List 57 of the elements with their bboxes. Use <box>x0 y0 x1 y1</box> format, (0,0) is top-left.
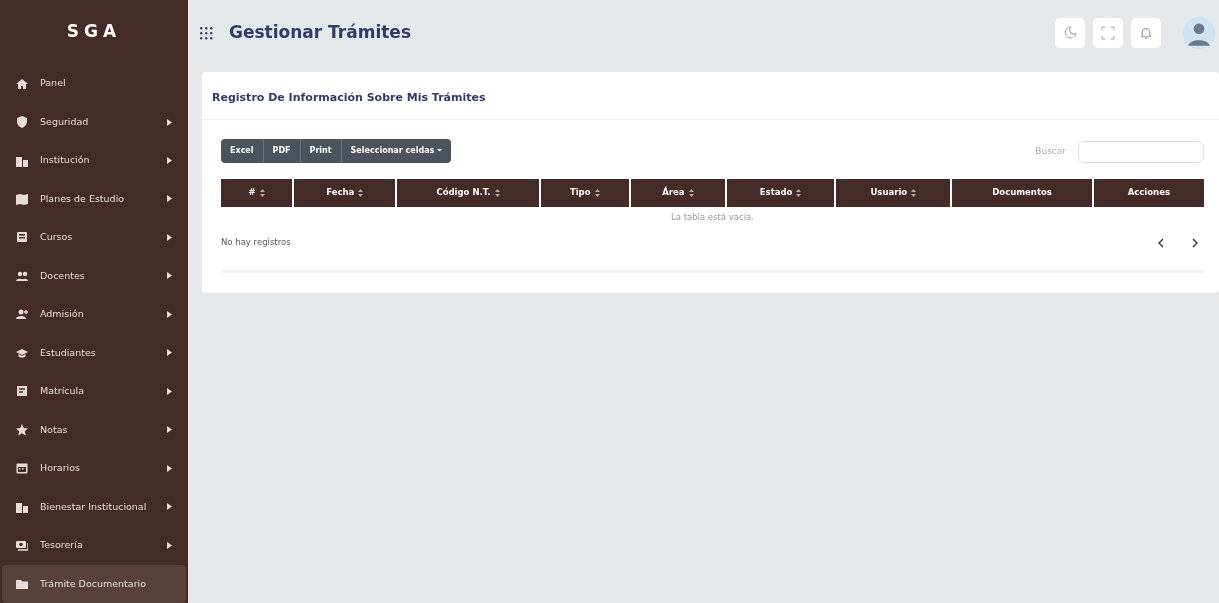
sidebar-item[interactable]: Notas <box>2 410 186 450</box>
column-header[interactable]: # <box>221 178 295 207</box>
sidebar-item[interactable]: Panel <box>2 64 186 103</box>
sidebar-item[interactable]: Cursos <box>2 218 186 257</box>
sidebar-item[interactable]: Tesorería <box>2 526 186 565</box>
sidebar-item[interactable]: Horarios <box>2 449 186 488</box>
sidebar-item[interactable]: Institución <box>2 141 186 180</box>
search-label: Buscar <box>1035 144 1066 158</box>
column-header[interactable]: Acciones <box>1093 178 1204 207</box>
building-icon <box>16 154 28 167</box>
theme-toggle-button[interactable] <box>1055 18 1085 48</box>
map-icon <box>16 193 28 205</box>
shield-icon <box>16 116 28 128</box>
sidebar-item[interactable]: Bienestar Institucional <box>2 487 186 527</box>
column-header[interactable]: Tipo <box>540 178 631 207</box>
export-button[interactable]: PDF <box>263 138 301 163</box>
sidebar-item[interactable]: Matrícula <box>2 372 186 411</box>
table-info-text: No hay registros <box>221 235 291 249</box>
page-title: Gestionar Trámites <box>229 21 411 45</box>
chevron-right-icon <box>1192 237 1198 248</box>
dropdown-button[interactable]: Seleccionar celdas <box>341 138 452 163</box>
apps-grid-icon[interactable] <box>200 26 213 40</box>
document-icon <box>16 385 28 398</box>
notifications-button[interactable] <box>1131 18 1161 48</box>
folder-icon <box>16 577 28 590</box>
brand-logo-text: SGA <box>66 20 122 44</box>
people-icon <box>16 269 28 282</box>
column-header[interactable]: Código N.T. <box>397 178 541 207</box>
star-icon <box>16 423 28 436</box>
sidebar-item[interactable]: Docentes <box>2 256 186 296</box>
sidebar-item[interactable]: Seguridad <box>2 102 186 142</box>
card-title: Registro De Información Sobre Mis Trámites <box>202 72 1219 120</box>
search-field[interactable] <box>1078 140 1204 163</box>
book-icon <box>16 231 28 244</box>
fullscreen-icon <box>1101 26 1115 40</box>
cash-icon <box>16 539 28 552</box>
empty-table-message: La tabla está vacía. <box>670 211 755 225</box>
user-add-icon <box>16 308 28 321</box>
column-header[interactable]: Estado <box>727 178 837 207</box>
calendar-icon <box>16 462 28 475</box>
bell-icon <box>1139 26 1153 40</box>
sidebar-item[interactable]: Admisión <box>2 295 186 334</box>
user-avatar[interactable] <box>1183 17 1215 49</box>
sidebar-item[interactable]: Trámite Documentario <box>2 564 186 603</box>
graduation-cap-icon <box>16 346 28 359</box>
building-icon <box>16 500 28 513</box>
export-button[interactable]: Excel <box>221 138 264 163</box>
column-header[interactable]: Documentos <box>952 178 1094 207</box>
column-header[interactable]: Fecha <box>294 178 398 207</box>
column-header[interactable]: Área <box>630 178 727 207</box>
column-header[interactable]: Usuario <box>836 178 953 207</box>
home-icon <box>16 77 28 90</box>
export-button[interactable]: Print <box>300 138 342 163</box>
sidebar-item[interactable]: Estudiantes <box>2 333 186 373</box>
chevron-left-icon <box>1158 237 1164 248</box>
sidebar-item[interactable]: Planes de Estudio <box>2 179 186 219</box>
moon-icon <box>1063 26 1077 40</box>
